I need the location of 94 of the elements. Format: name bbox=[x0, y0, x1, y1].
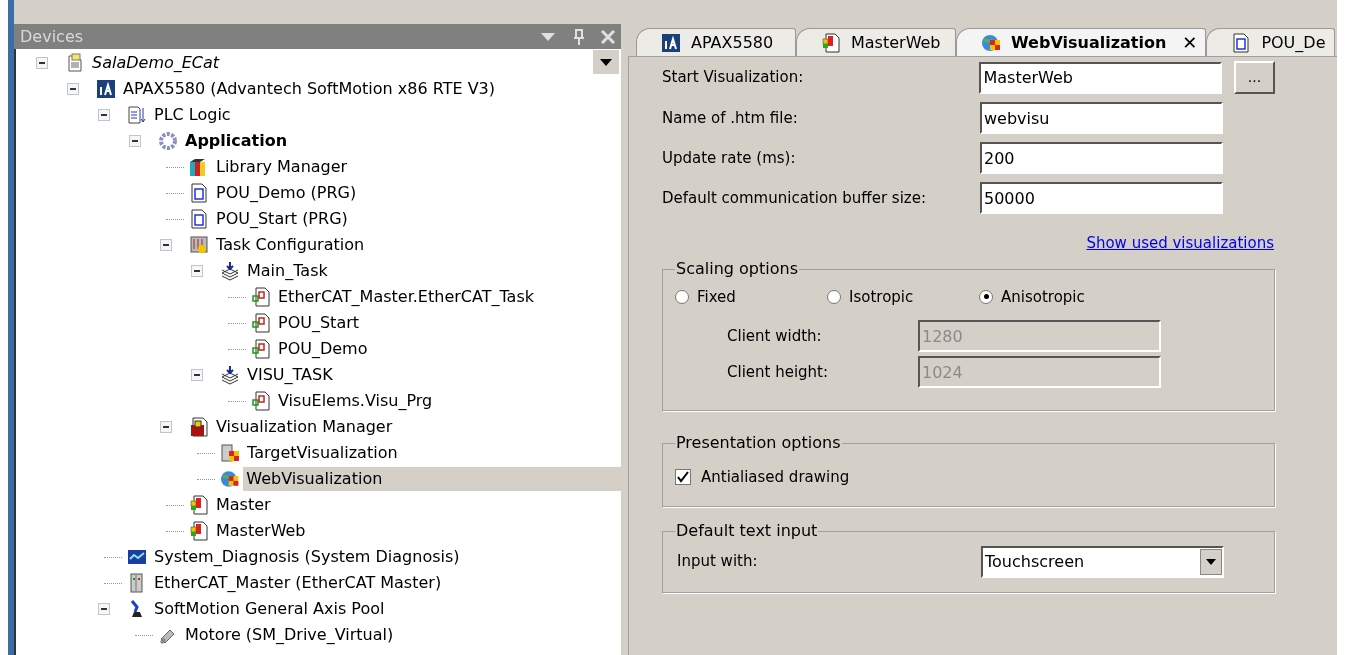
tree-item[interactable]: Main_Task bbox=[244, 259, 331, 283]
field-label: Name of .htm file: bbox=[661, 107, 799, 129]
radio-button[interactable] bbox=[827, 289, 841, 304]
task-config-icon bbox=[189, 235, 209, 255]
tab-label: APAX5580 bbox=[691, 31, 774, 54]
stack-icon bbox=[220, 365, 240, 385]
stack-icon bbox=[220, 261, 240, 281]
document-icon bbox=[189, 209, 209, 229]
visualization-manager-icon bbox=[189, 417, 209, 437]
collapse-toggle[interactable] bbox=[36, 57, 48, 69]
tree-item[interactable]: Visualization Manager bbox=[213, 415, 396, 439]
globe-visualization-icon bbox=[220, 469, 240, 489]
radio-label: Fixed bbox=[697, 286, 736, 308]
checkbox-label: Antialiased drawing bbox=[701, 466, 850, 488]
gear-icon bbox=[158, 131, 178, 151]
chart-icon bbox=[127, 547, 147, 567]
globe-visualization-icon bbox=[981, 32, 1001, 53]
collapse-toggle[interactable] bbox=[129, 135, 141, 147]
dropdown[interactable]: Touchscreen bbox=[981, 545, 1224, 578]
document-icon bbox=[65, 53, 85, 73]
tree-item[interactable]: Master bbox=[213, 493, 274, 517]
tree-item[interactable]: MasterWeb bbox=[213, 519, 309, 543]
tree-item[interactable]: Library Manager bbox=[213, 155, 351, 179]
input-field[interactable]: MasterWeb bbox=[979, 61, 1223, 94]
caret-icon bbox=[1206, 558, 1216, 565]
collapse-toggle[interactable] bbox=[67, 83, 79, 95]
link[interactable]: Show used visualizations bbox=[1086, 232, 1274, 255]
tree-item[interactable]: Motore (SM_Drive_Virtual) bbox=[182, 623, 397, 647]
field-label: Start Visualization: bbox=[661, 67, 805, 89]
radio-label: Isotropic bbox=[849, 286, 914, 308]
radio-label: Anisotropic bbox=[1001, 286, 1085, 308]
visualization-icon bbox=[220, 443, 240, 463]
tree-item[interactable]: APAX5580 (Advantech SoftMotion x86 RTE V3) bbox=[120, 77, 498, 101]
tree-item[interactable]: SoftMotion General Axis Pool bbox=[151, 597, 388, 621]
tree-item[interactable]: EtherCAT_Master (EtherCAT Master) bbox=[151, 571, 445, 595]
dropdown-icon[interactable] bbox=[541, 32, 555, 41]
field-label: Update rate (ms): bbox=[661, 147, 797, 169]
check-icon bbox=[677, 470, 689, 483]
document-icon bbox=[1231, 32, 1252, 53]
document-icon bbox=[189, 183, 209, 203]
tree-item[interactable]: POU_Start bbox=[275, 311, 363, 335]
tree-item[interactable]: Task Configuration bbox=[213, 233, 368, 257]
tree-item[interactable]: POU_Demo (PRG) bbox=[213, 181, 360, 205]
radio-button[interactable] bbox=[979, 289, 993, 304]
tree-item[interactable]: POU_Start (PRG) bbox=[213, 207, 351, 231]
editor-tab[interactable]: WebVisualization ✕ bbox=[956, 28, 1207, 56]
collapse-toggle[interactable] bbox=[160, 239, 172, 251]
tree-item[interactable]: VISU_TASK bbox=[244, 363, 336, 387]
input-field[interactable]: 50000 bbox=[980, 182, 1223, 214]
tab-label: MasterWeb bbox=[851, 31, 941, 54]
radio-button[interactable] bbox=[675, 289, 689, 304]
collapse-toggle[interactable] bbox=[98, 603, 110, 615]
tree-item[interactable]: PLC Logic bbox=[151, 103, 234, 127]
close-icon[interactable] bbox=[601, 29, 615, 44]
tree-item[interactable]: TargetVisualization bbox=[244, 441, 401, 465]
tree-item[interactable]: System_Diagnosis (System Diagnosis) bbox=[151, 545, 463, 569]
field-label: Client height: bbox=[726, 361, 830, 383]
tab-label: POU_De bbox=[1261, 31, 1326, 54]
visualization-icon bbox=[189, 521, 209, 541]
input-field[interactable]: 200 bbox=[980, 142, 1223, 174]
checkbox[interactable] bbox=[675, 468, 691, 485]
browse-button[interactable]: ... bbox=[1234, 61, 1275, 94]
document-icon bbox=[251, 391, 271, 411]
input-field[interactable]: webvisu bbox=[980, 102, 1223, 134]
document-icon bbox=[251, 313, 271, 333]
tree-item[interactable]: POU_Demo bbox=[275, 337, 371, 361]
visualization-icon bbox=[189, 495, 209, 515]
tab-label: WebVisualization bbox=[1011, 31, 1167, 54]
collapse-toggle[interactable] bbox=[160, 421, 172, 433]
document-icon bbox=[127, 105, 147, 125]
collapse-toggle[interactable] bbox=[191, 265, 203, 277]
dropdown-button[interactable] bbox=[593, 50, 619, 74]
tree-item[interactable]: VisuElems.Visu_Prg bbox=[275, 389, 436, 413]
document-icon bbox=[251, 339, 271, 359]
tree-item[interactable]: Application bbox=[182, 129, 291, 153]
tree-item[interactable]: SalaDemo_ECat bbox=[89, 51, 223, 75]
caret-icon bbox=[600, 58, 612, 66]
collapse-toggle[interactable] bbox=[98, 109, 110, 121]
field-label: Input with: bbox=[676, 551, 759, 573]
editor-tab[interactable]: MasterWeb bbox=[796, 28, 956, 56]
editor-tab[interactable]: APAX5580 bbox=[636, 28, 796, 56]
tree-item[interactable]: WebVisualization bbox=[243, 467, 621, 491]
field-label: Client width: bbox=[726, 325, 823, 347]
device-logo-icon bbox=[96, 79, 116, 99]
document-icon bbox=[251, 287, 271, 307]
editor-tab[interactable]: POU_De bbox=[1206, 28, 1335, 56]
tree-item[interactable]: EtherCAT_Master.EtherCAT_Task bbox=[275, 285, 537, 309]
device-logo-icon bbox=[661, 32, 681, 53]
visualization-icon bbox=[821, 32, 841, 53]
close-icon[interactable]: ✕ bbox=[1182, 29, 1198, 56]
panel-title: Devices bbox=[20, 25, 85, 48]
field-label: Default communication buffer size: bbox=[661, 187, 927, 209]
pin-icon[interactable] bbox=[573, 28, 585, 45]
collapse-toggle[interactable] bbox=[191, 369, 203, 381]
